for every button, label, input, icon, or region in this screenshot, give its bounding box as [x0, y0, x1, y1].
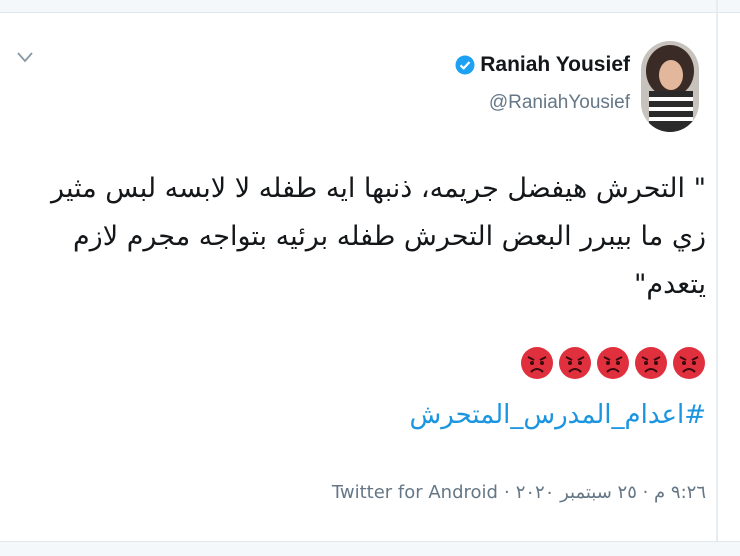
- tweet-metadata: ٩:٢٦ م · ٢٥ سبتمبر ٢٠٢٠ · Twitter for An…: [332, 482, 706, 503]
- tweet-text-line: زي ما بيبرر البعض التحرش طفله برئيه بتوا…: [72, 221, 706, 252]
- pouting-face-icon: [673, 347, 705, 379]
- verified-badge-icon: [455, 55, 475, 75]
- user-handle[interactable]: @RaniahYousief: [489, 92, 630, 114]
- tweet-text-line: يتعدم": [634, 269, 706, 300]
- chevron-down-icon[interactable]: [16, 50, 34, 64]
- tweet-source[interactable]: Twitter for Android: [332, 482, 498, 503]
- hashtag-link[interactable]: #اعدام_المدرس_المتحرش: [410, 400, 707, 430]
- pouting-face-icon: [559, 347, 591, 379]
- pouting-face-icon: [635, 347, 667, 379]
- user-name-row[interactable]: Raniah Yousief: [455, 53, 630, 77]
- display-name[interactable]: Raniah Yousief: [480, 53, 630, 77]
- avatar-image: [641, 41, 699, 132]
- tweet-text-line: " التحرش هيفضل جريمه، ذنبها ايه طفله لا …: [51, 173, 706, 204]
- emoji-row: [520, 346, 706, 380]
- window-top-strip: [0, 0, 740, 13]
- pouting-face-icon: [521, 347, 553, 379]
- meta-separator: ·: [503, 482, 510, 503]
- pouting-face-icon: [597, 347, 629, 379]
- window-bottom-strip: [0, 541, 740, 556]
- card-right-border: [716, 0, 718, 555]
- tweet-text: " التحرش هيفضل جريمه، ذنبها ايه طفله لا …: [36, 165, 706, 309]
- tweet-timestamp[interactable]: ٩:٢٦ م · ٢٥ سبتمبر ٢٠٢٠: [516, 482, 706, 503]
- avatar[interactable]: [641, 41, 699, 132]
